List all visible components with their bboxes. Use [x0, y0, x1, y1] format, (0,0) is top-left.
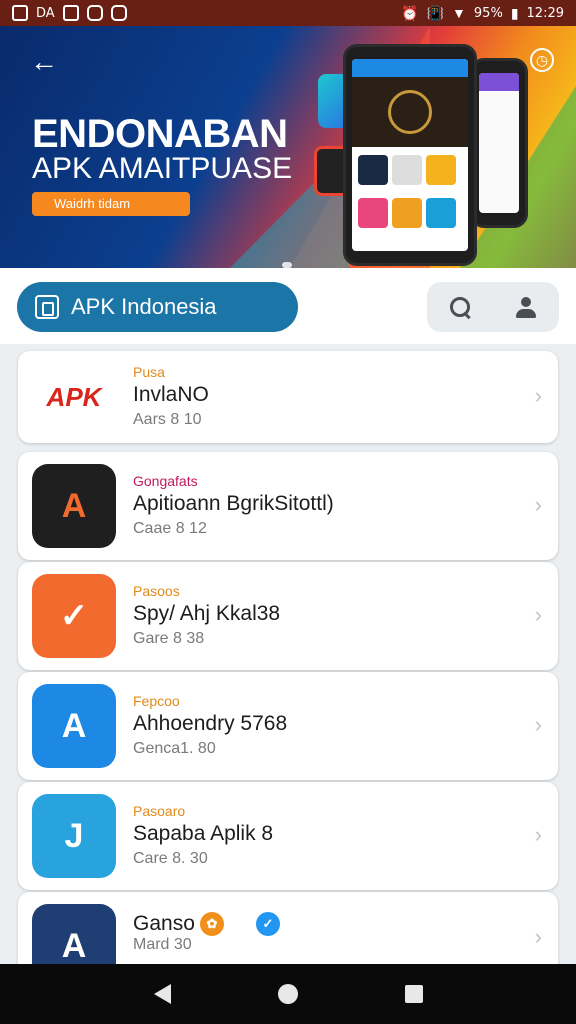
- app-meta: Gare 8 38: [133, 630, 205, 647]
- list-item[interactable]: A Fepcoo Ahhoendry 5768 Genca1. 80 ›: [18, 672, 558, 780]
- back-arrow-icon[interactable]: ←: [30, 48, 58, 76]
- chat-icon: [86, 5, 103, 21]
- app-icon-apk: APK: [32, 355, 116, 439]
- award-icon: ✿: [200, 912, 224, 936]
- list-item[interactable]: APK Pusa InvlaNO Aars 8 10 ›: [18, 351, 558, 443]
- clock-icon[interactable]: ◷: [530, 48, 554, 72]
- app-name: Ganso: [133, 912, 195, 935]
- status-time: 12:29: [526, 5, 564, 21]
- system-nav-bar: [0, 964, 576, 1024]
- banner-subtitle: APK AMAITPUASE: [32, 152, 293, 185]
- banner-cta[interactable]: Waidrh tidam: [32, 192, 190, 216]
- list-item[interactable]: A Ganso ✿ ✓ Mard 30 ›: [18, 892, 558, 964]
- chevron-right-icon: ›: [534, 492, 542, 517]
- app-category: Gongafats: [133, 473, 198, 489]
- status-right-icons: ⏰ 📳 ▼ 95% ▮ 12:29: [401, 5, 564, 22]
- image-icon: [12, 5, 28, 21]
- list-item[interactable]: A Gongafats Apitioann BgrikSitottl) Caae…: [18, 452, 558, 560]
- brand-icon: [35, 295, 59, 319]
- chevron-right-icon: ›: [534, 712, 542, 737]
- status-left-icons: DA: [12, 5, 127, 21]
- app-category: Fepcoo: [133, 693, 180, 709]
- chevron-right-icon: ›: [534, 924, 542, 949]
- battery-percent: 95%: [473, 5, 503, 21]
- list-item[interactable]: ✓ Pasoos Spy/ Ahj Kkal38 Gare 8 38 ›: [18, 562, 558, 670]
- app-meta: Caae 8 12: [133, 520, 207, 537]
- hero-banner: ← ◷ ENDONABAN APK AMAITPUASE Waidrh tida…: [0, 26, 576, 268]
- app-meta: Care 8. 30: [133, 850, 208, 867]
- phone-screen-bar: [479, 73, 519, 91]
- app-meta: Genca1. 80: [133, 740, 216, 757]
- app-icon-mail: ✓: [32, 574, 116, 658]
- brand-label: APK Indonesia: [71, 294, 217, 319]
- phone-screen: [352, 59, 468, 251]
- battery-icon: ▮: [510, 4, 519, 21]
- wifi-icon: ▼: [452, 5, 466, 21]
- app-name: Sapaba Aplik 8: [133, 822, 274, 845]
- photo-icon: [110, 5, 127, 21]
- square-icon: [62, 5, 79, 21]
- app-name: Ahhoendry 5768: [133, 712, 288, 735]
- phone-tile: [426, 198, 456, 228]
- user-icon[interactable]: [514, 295, 538, 319]
- chevron-right-icon: ›: [534, 383, 542, 408]
- app-icon-blue: A: [32, 684, 116, 768]
- status-bar: DA ⏰ 📳 ▼ 95% ▮ 12:29: [0, 0, 576, 26]
- app-icon-play: J: [32, 794, 116, 878]
- app-meta: Mard 30: [133, 936, 192, 953]
- brand-pill[interactable]: APK Indonesia: [17, 282, 298, 332]
- phone-screen-tiles: [352, 147, 468, 237]
- phone-tile: [426, 155, 456, 185]
- phone-tile: [358, 198, 388, 228]
- recent-square-icon[interactable]: [404, 985, 423, 1003]
- phone-screen-bar: [352, 59, 468, 77]
- phone-screen-logo: [388, 90, 432, 134]
- app-category: Pasoos: [133, 583, 180, 599]
- list-item[interactable]: J Pasoaro Sapaba Aplik 8 Care 8. 30 ›: [18, 782, 558, 890]
- phone-tile: [358, 155, 388, 185]
- app-category: Pasoaro: [133, 803, 186, 819]
- home-circle-icon[interactable]: [277, 984, 298, 1004]
- app-name: Apitioann BgrikSitottl): [133, 492, 334, 515]
- alarm-icon: ⏰: [401, 4, 419, 21]
- app-icon-dark: A: [32, 464, 116, 548]
- app-list: APK Pusa InvlaNO Aars 8 10 › A Gongafats…: [0, 344, 576, 964]
- search-row: APK Indonesia: [0, 268, 576, 344]
- app-name: Spy/ Ahj Kkal38: [133, 602, 281, 625]
- phone-tile: [392, 198, 422, 228]
- search-icon[interactable]: [448, 295, 472, 319]
- phone-screen: [479, 73, 519, 213]
- banner-phone-front: [343, 44, 477, 266]
- phone-tile: [392, 155, 422, 185]
- back-triangle-icon[interactable]: [153, 984, 171, 1004]
- banner-phone-back: [470, 58, 528, 228]
- chevron-right-icon: ›: [534, 822, 542, 847]
- status-left-text: DA: [36, 5, 55, 21]
- vibrate-icon: 📳: [426, 4, 445, 21]
- app-icon-circle: A: [32, 904, 116, 964]
- banner-title: ENDONABAN: [32, 112, 288, 156]
- app-name: InvlaNO: [133, 383, 209, 406]
- header-actions: [427, 282, 559, 332]
- phone-screen-hero: [352, 77, 468, 147]
- app-meta: Aars 8 10: [133, 411, 202, 428]
- app-category: Pusa: [133, 364, 165, 380]
- chevron-right-icon: ›: [534, 602, 542, 627]
- verified-icon: ✓: [256, 912, 280, 936]
